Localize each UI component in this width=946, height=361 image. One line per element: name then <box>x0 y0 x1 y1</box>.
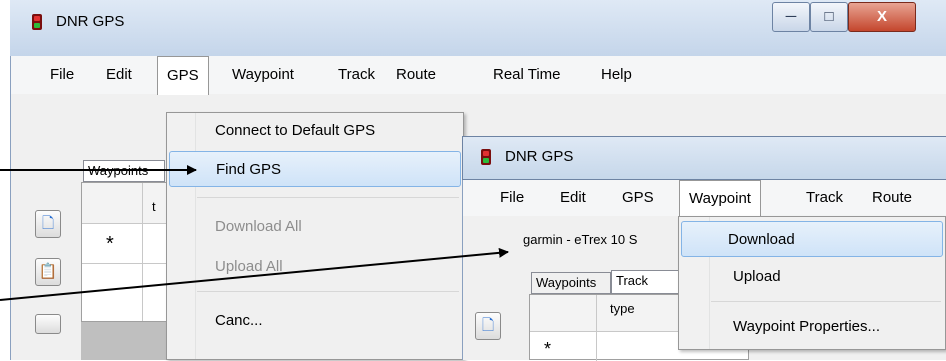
tab-waypoints[interactable]: Waypoints <box>83 160 165 182</box>
paste-icon: 📋 <box>38 263 58 280</box>
copy-icon: 🗋 <box>481 317 495 334</box>
popup-menu-edit[interactable]: Edit <box>551 180 595 216</box>
menu-separator <box>197 197 459 198</box>
menu-item-download[interactable]: Download <box>681 221 943 257</box>
menu-separator <box>711 301 941 302</box>
menu-separator <box>197 291 459 292</box>
grid-column-divider <box>142 183 143 321</box>
menu-item-download-all[interactable]: Download All <box>195 209 461 245</box>
popup-window: DNR GPS File Edit GPS Waypoint Track Rou… <box>462 136 946 361</box>
main-window-titlebar[interactable]: DNR GPS ─ □ X <box>10 0 946 56</box>
popup-grid-column-divider <box>596 295 597 361</box>
menu-item-connect-default-gps[interactable]: Connect to Default GPS <box>195 113 461 149</box>
menu-bar: File Edit GPS Waypoint Track Route Real … <box>11 56 946 95</box>
delete-button[interactable] <box>35 314 61 334</box>
popup-menu-bar: File Edit GPS Waypoint Track Route <box>463 180 946 217</box>
popup-copy-button[interactable]: 🗋 <box>475 312 501 340</box>
maximize-button[interactable]: □ <box>810 2 848 32</box>
gps-app-icon <box>32 14 42 30</box>
menu-file[interactable]: File <box>41 56 83 94</box>
copy-icon: 🗋 <box>41 215 55 232</box>
paste-button[interactable]: 📋 <box>35 258 61 286</box>
popup-tab-waypoints[interactable]: Waypoints <box>531 272 611 294</box>
menu-gps[interactable]: GPS <box>157 56 209 95</box>
popup-grid-header-cell: type <box>610 301 635 316</box>
menu-route[interactable]: Route <box>387 56 445 94</box>
close-button[interactable]: X <box>848 2 916 32</box>
menu-help[interactable]: Help <box>592 56 641 94</box>
gps-dropdown-menu: Connect to Default GPS Find GPS Download… <box>166 112 464 360</box>
gps-app-icon <box>481 149 491 165</box>
menu-item-upload[interactable]: Upload <box>709 259 943 295</box>
popup-menu-route[interactable]: Route <box>863 180 921 216</box>
copy-button[interactable]: 🗋 <box>35 210 61 238</box>
waypoint-dropdown-menu: Download Upload Waypoint Properties... <box>678 216 946 350</box>
menu-item-cancel[interactable]: Canc... <box>195 303 461 339</box>
minimize-button[interactable]: ─ <box>772 2 810 32</box>
menu-gutter <box>167 113 196 359</box>
popup-menu-gps[interactable]: GPS <box>613 180 663 216</box>
grid-header-cell: t <box>152 199 156 214</box>
popup-menu-waypoint[interactable]: Waypoint <box>679 180 761 217</box>
menu-waypoint[interactable]: Waypoint <box>223 56 303 94</box>
popup-menu-track[interactable]: Track <box>797 180 852 216</box>
popup-grid-new-row-marker: * <box>544 339 552 359</box>
minimize-icon: ─ <box>785 8 797 25</box>
menu-item-upload-all[interactable]: Upload All <box>195 249 461 285</box>
device-label: garmin - eTrex 10 S <box>523 232 638 247</box>
popup-tab-track[interactable]: Track <box>611 270 681 294</box>
maximize-icon: □ <box>824 8 834 25</box>
popup-window-titlebar[interactable]: DNR GPS <box>462 136 946 180</box>
menu-item-waypoint-properties[interactable]: Waypoint Properties... <box>709 309 943 345</box>
menu-track[interactable]: Track <box>329 56 384 94</box>
grid-new-row-marker: * <box>106 233 114 255</box>
menu-real-time[interactable]: Real Time <box>484 56 570 94</box>
popup-window-title: DNR GPS <box>505 148 574 165</box>
menu-edit[interactable]: Edit <box>97 56 141 94</box>
popup-menu-file[interactable]: File <box>491 180 533 216</box>
window-title: DNR GPS <box>56 13 125 30</box>
close-icon: X <box>876 8 887 25</box>
menu-item-find-gps[interactable]: Find GPS <box>169 151 461 187</box>
